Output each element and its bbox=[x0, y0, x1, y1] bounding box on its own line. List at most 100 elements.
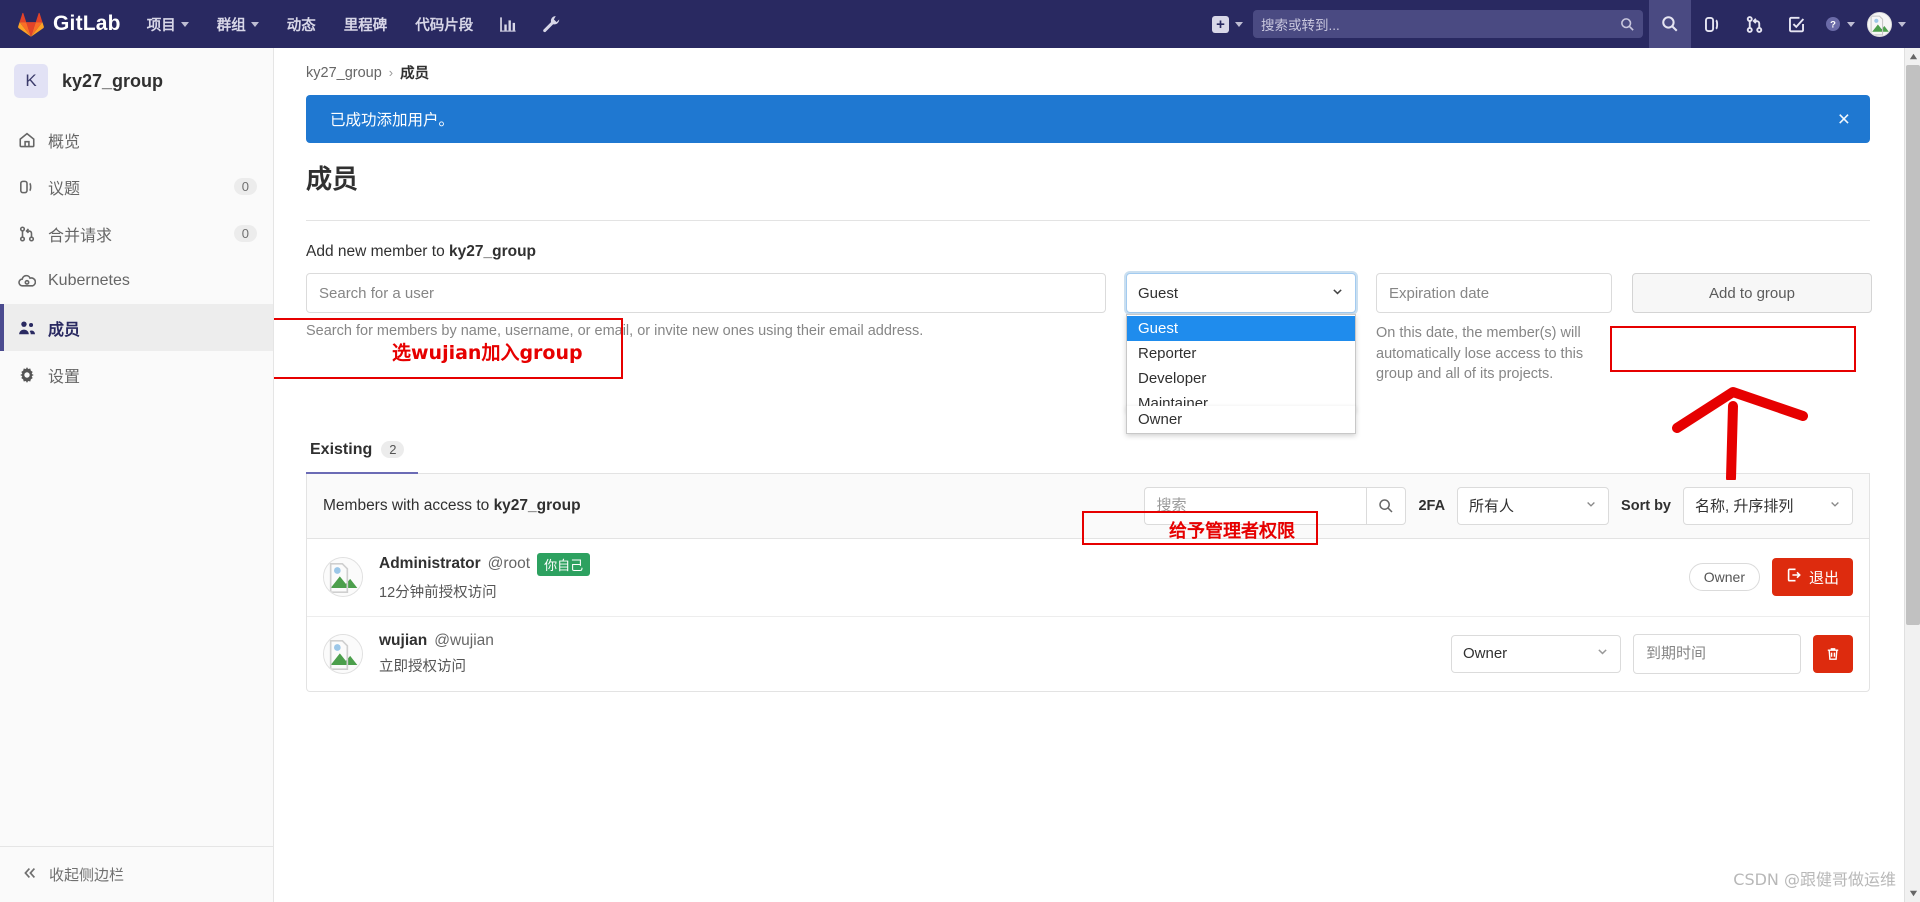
role-option-guest[interactable]: Guest bbox=[1127, 316, 1355, 341]
close-icon[interactable]: × bbox=[1838, 109, 1850, 130]
issues-icon bbox=[17, 177, 36, 196]
member-search-field: Search for members by name, username, or… bbox=[306, 273, 1106, 341]
sidebar-item-issues[interactable]: 议题 0 bbox=[0, 163, 273, 210]
issues-button[interactable] bbox=[1691, 0, 1733, 48]
avatar bbox=[323, 557, 363, 598]
members-card-title-prefix: Members with access to bbox=[323, 496, 494, 514]
plus-icon: + bbox=[1212, 15, 1229, 33]
success-alert-message: 已成功添加用户。 bbox=[330, 112, 455, 129]
leave-group-button[interactable]: 退出 bbox=[1771, 558, 1853, 597]
role-dropdown-menu-tail[interactable]: Owner bbox=[1126, 406, 1356, 434]
add-member-label-prefix: Add new member to bbox=[306, 243, 450, 260]
member-name[interactable]: Administrator bbox=[379, 555, 481, 573]
topnav-item-analytics[interactable] bbox=[487, 0, 530, 48]
expiration-date-input[interactable] bbox=[1376, 273, 1612, 313]
chevron-down-icon bbox=[1235, 21, 1243, 27]
member-search-input[interactable] bbox=[306, 273, 1106, 313]
scrollbar-thumb[interactable] bbox=[1906, 65, 1920, 625]
sort-filter-select[interactable]: 名称, 升序排列 bbox=[1683, 486, 1853, 525]
role-select-button[interactable]: Guest bbox=[1126, 273, 1356, 313]
topnav-item-snippets[interactable]: 代码片段 bbox=[401, 0, 487, 48]
sidebar-group-header[interactable]: K ky27_group bbox=[0, 48, 273, 114]
topnav-item-activity[interactable]: 动态 bbox=[273, 0, 330, 48]
watermark: CSDN @跟健哥做运维 bbox=[1733, 870, 1896, 889]
member-role-select[interactable]: Owner bbox=[1451, 634, 1621, 673]
search-toggle-button[interactable] bbox=[1649, 0, 1691, 48]
topnav-item-projects[interactable]: 项目 bbox=[133, 0, 203, 48]
topnav-item-admin[interactable] bbox=[530, 0, 573, 48]
merge-request-icon bbox=[17, 224, 36, 243]
add-member-label: Add new member to ky27_group bbox=[306, 243, 1890, 261]
role-dropdown-menu[interactable]: Guest Reporter Developer Maintainer bbox=[1126, 314, 1356, 410]
chevron-down-icon bbox=[180, 21, 189, 27]
scroll-up-button[interactable] bbox=[1905, 48, 1920, 65]
remove-member-button[interactable] bbox=[1813, 634, 1853, 673]
twofa-filter-value: 所有人 bbox=[1469, 498, 1515, 516]
role-option-reporter[interactable]: Reporter bbox=[1127, 341, 1355, 366]
topnav-label-projects: 项目 bbox=[146, 17, 176, 34]
sidebar-count-issues: 0 bbox=[233, 178, 257, 195]
breadcrumb-current: 成员 bbox=[400, 66, 430, 82]
topnav-label-groups: 群组 bbox=[216, 17, 246, 34]
sidebar-item-overview[interactable]: 概览 bbox=[0, 116, 273, 163]
member-name[interactable]: wujian bbox=[379, 632, 427, 650]
chevron-down-icon bbox=[1829, 497, 1841, 514]
twofa-filter-select[interactable]: 所有人 bbox=[1457, 486, 1610, 525]
role-option-owner[interactable]: Owner bbox=[1127, 406, 1355, 433]
scroll-down-button[interactable] bbox=[1905, 885, 1920, 902]
members-card-title: Members with access to ky27_group bbox=[323, 497, 581, 515]
sidebar-label-settings: 设置 bbox=[48, 368, 81, 386]
gitlab-fox-icon bbox=[18, 12, 44, 37]
breadcrumb-group-link[interactable]: ky27_group bbox=[306, 65, 382, 81]
sidebar-label-merge-requests: 合并请求 bbox=[48, 227, 113, 245]
members-search-input[interactable] bbox=[1144, 486, 1367, 525]
sidebar-item-members[interactable]: 成员 bbox=[0, 304, 273, 351]
chevron-down-icon bbox=[1331, 285, 1344, 301]
topnav-label-activity: 动态 bbox=[286, 17, 316, 34]
member-expiration-input[interactable] bbox=[1633, 633, 1801, 674]
help-button[interactable]: ? bbox=[1817, 0, 1859, 48]
page-title: 成员 bbox=[306, 164, 359, 194]
sidebar-item-merge-requests[interactable]: 合并请求 0 bbox=[0, 210, 273, 257]
members-card-title-group: ky27_group bbox=[493, 496, 581, 514]
members-search-button[interactable] bbox=[1366, 486, 1407, 525]
chevron-double-left-icon bbox=[22, 865, 38, 885]
sidebar-group-name: ky27_group bbox=[62, 70, 164, 91]
topnav-item-groups[interactable]: 群组 bbox=[203, 0, 273, 48]
sidebar-label-members: 成员 bbox=[48, 321, 81, 339]
role-option-developer[interactable]: Developer bbox=[1127, 366, 1355, 391]
topnav-label-snippets: 代码片段 bbox=[415, 17, 474, 34]
member-handle: @wujian bbox=[434, 631, 494, 649]
breadcrumb: ky27_group › 成员 bbox=[306, 48, 1890, 95]
sidebar-item-kubernetes[interactable]: Kubernetes bbox=[0, 257, 273, 304]
global-search-input[interactable]: 搜索或转到... bbox=[1253, 10, 1643, 38]
members-card-header: Members with access to ky27_group 2FA bbox=[307, 473, 1869, 539]
role-select-field: Guest Guest Reporter Developer Maintaine… bbox=[1126, 273, 1356, 434]
merge-requests-button[interactable] bbox=[1733, 0, 1775, 48]
role-select-value: Guest bbox=[1138, 284, 1179, 302]
wrench-icon bbox=[543, 15, 560, 32]
user-menu-button[interactable] bbox=[1859, 0, 1920, 48]
search-icon bbox=[1379, 498, 1393, 513]
group-avatar: K bbox=[14, 64, 48, 98]
create-new-button[interactable]: + bbox=[1202, 0, 1253, 48]
collapse-sidebar-button[interactable]: 收起侧边栏 bbox=[0, 846, 273, 902]
add-to-group-button[interactable]: Add to group bbox=[1632, 273, 1872, 313]
chevron-down-icon bbox=[1847, 21, 1855, 27]
chevron-down-icon bbox=[1909, 890, 1917, 897]
search-icon bbox=[1662, 16, 1678, 32]
top-nav-links: 项目 群组 动态 里程碑 代码片段 bbox=[133, 0, 574, 48]
status-badge: 你自己 bbox=[537, 552, 591, 576]
sidebar-item-settings[interactable]: 设置 bbox=[0, 351, 273, 398]
member-identity: wujian @wujian bbox=[379, 632, 1451, 650]
collapse-sidebar-label: 收起侧边栏 bbox=[49, 867, 125, 884]
vertical-scrollbar[interactable] bbox=[1904, 48, 1920, 902]
todos-icon bbox=[1788, 16, 1804, 32]
todos-button[interactable] bbox=[1775, 0, 1817, 48]
tab-existing[interactable]: Existing 2 bbox=[306, 441, 419, 474]
gitlab-logo[interactable]: GitLab bbox=[0, 12, 133, 37]
topnav-item-milestones[interactable]: 里程碑 bbox=[330, 0, 402, 48]
tab-existing-count: 2 bbox=[381, 441, 405, 459]
sidebar-label-overview: 概览 bbox=[48, 133, 81, 151]
topnav-label-milestones: 里程碑 bbox=[343, 17, 388, 34]
